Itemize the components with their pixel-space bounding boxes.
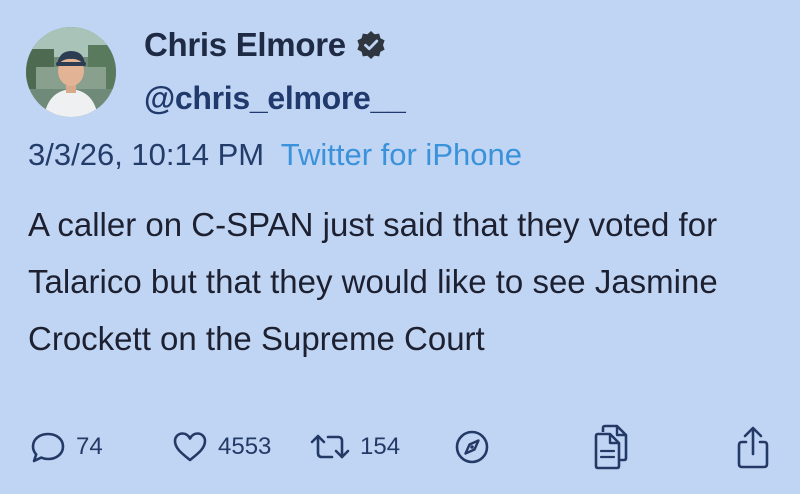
- avatar[interactable]: [26, 27, 116, 117]
- verified-badge-icon: [357, 31, 385, 59]
- retweet-button[interactable]: 154: [308, 422, 400, 472]
- tweet-source[interactable]: Twitter for iPhone: [281, 137, 522, 172]
- display-name[interactable]: Chris Elmore: [144, 26, 346, 64]
- explore-icon: [455, 430, 489, 464]
- tweet-card: Chris Elmore @chris_elmore__ 3/3/26, 10:…: [0, 0, 800, 494]
- explore-button[interactable]: [452, 422, 492, 472]
- share-button[interactable]: [733, 422, 773, 472]
- copy-icon: [594, 424, 628, 470]
- like-count: 4553: [218, 433, 272, 460]
- reply-button[interactable]: 74: [28, 422, 103, 472]
- reply-icon: [31, 432, 65, 463]
- retweet-count: 154: [360, 433, 401, 460]
- like-icon: [173, 432, 207, 462]
- name-row: Chris Elmore: [144, 26, 386, 64]
- action-bar: 74 4553 154: [0, 422, 800, 472]
- copy-button[interactable]: [591, 422, 631, 472]
- tweet-text: A caller on C-SPAN just said that they v…: [28, 206, 718, 357]
- tweet-meta: 3/3/26, 10:14 PM Twitter for iPhone: [28, 137, 522, 173]
- retweet-icon: [310, 434, 350, 459]
- share-icon: [737, 426, 769, 469]
- like-button[interactable]: 4553: [170, 422, 271, 472]
- tweet-timestamp[interactable]: 3/3/26, 10:14 PM: [28, 137, 264, 172]
- user-handle[interactable]: @chris_elmore__: [144, 80, 406, 117]
- reply-count: 74: [76, 433, 103, 460]
